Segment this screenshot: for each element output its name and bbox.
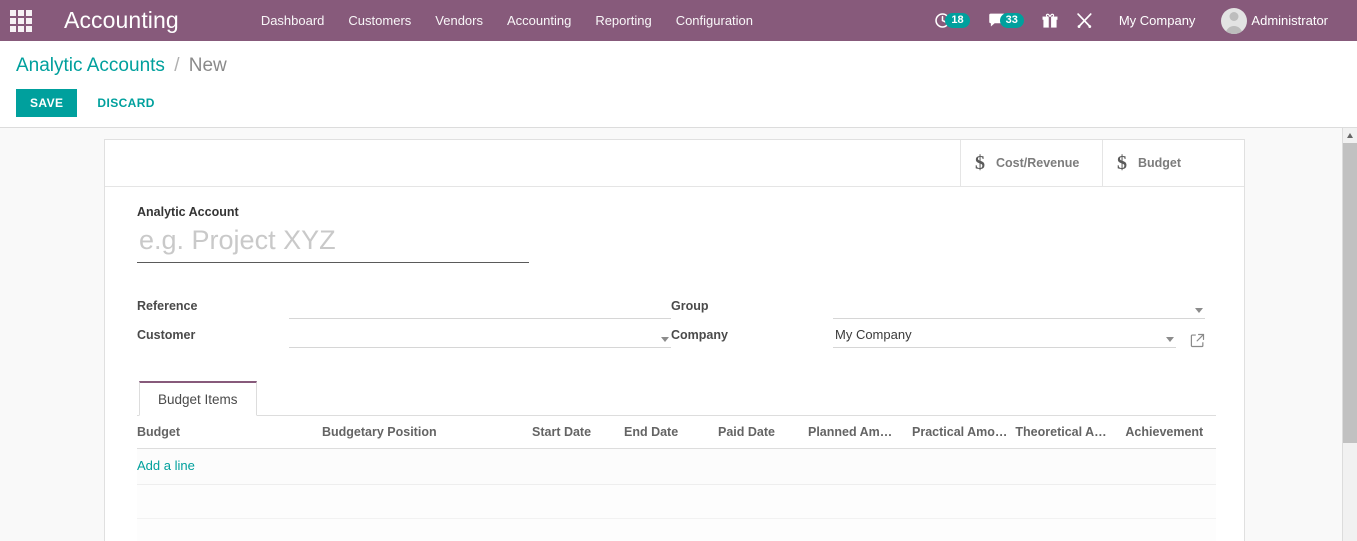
field-row-reference: Reference: [137, 291, 671, 319]
field-row-company: Company: [671, 320, 1205, 348]
gift-menu-button[interactable]: [1033, 0, 1067, 41]
column-header-practical-amount[interactable]: Practical Amo…: [912, 416, 1016, 449]
chevron-down-icon[interactable]: [661, 337, 669, 342]
menu-item-vendors[interactable]: Vendors: [423, 0, 495, 41]
notebook: Budget Items Budget Budgetary Position S…: [137, 381, 1216, 541]
table-filler-row: [137, 484, 1216, 519]
debug-tools-button[interactable]: [1067, 0, 1102, 41]
form-column-left: Reference Customer: [137, 291, 671, 349]
reference-input-wrap: [289, 295, 671, 319]
analytic-account-label: Analytic Account: [137, 205, 239, 219]
menu-item-customers[interactable]: Customers: [336, 0, 423, 41]
form-field-grid: Reference Customer Group Company My Comp…: [137, 291, 1216, 349]
tab-budget-items[interactable]: Budget Items: [139, 381, 257, 416]
breadcrumb-item-current: New: [188, 55, 227, 76]
company-input-wrap: [833, 324, 1176, 348]
user-menu-button[interactable]: Administrator: [1212, 0, 1347, 41]
group-input[interactable]: [833, 295, 1205, 318]
top-navbar: Accounting Dashboard Customers Vendors A…: [0, 0, 1357, 41]
form-sheet: $ Cost/Revenue $ Budget Analytic Account…: [104, 139, 1245, 541]
customer-label: Customer: [137, 328, 196, 342]
field-row-customer: Customer: [137, 320, 671, 348]
analytic-account-input[interactable]: [137, 223, 529, 263]
table-header-row: Budget Budgetary Position Start Date End…: [137, 416, 1216, 449]
table-filler-row: [137, 518, 1216, 541]
budget-items-table-header: Budget Budgetary Position Start Date End…: [137, 416, 1216, 449]
vertical-scrollbar[interactable]: [1342, 128, 1357, 541]
add-a-line-button[interactable]: Add a line: [137, 458, 195, 473]
apps-grid-icon: [10, 9, 32, 32]
customer-input[interactable]: [289, 324, 671, 347]
app-brand-title[interactable]: Accounting: [42, 7, 193, 34]
breadcrumb-item-analytic-accounts[interactable]: Analytic Accounts: [16, 55, 165, 76]
add-a-line-row: Add a line: [137, 448, 1216, 485]
reference-input[interactable]: [289, 295, 671, 318]
company-input[interactable]: [833, 324, 1176, 347]
menu-item-reporting[interactable]: Reporting: [583, 0, 663, 41]
stat-button-cost-revenue[interactable]: $ Cost/Revenue: [960, 140, 1102, 186]
group-label: Group: [671, 299, 709, 313]
form-view-background: $ Cost/Revenue $ Budget Analytic Account…: [0, 128, 1357, 541]
gift-icon: [1042, 13, 1058, 29]
menu-item-configuration[interactable]: Configuration: [664, 0, 765, 41]
active-company-label: My Company: [1118, 13, 1196, 28]
group-input-wrap: [833, 295, 1205, 319]
dollar-sign-icon: $: [975, 151, 985, 174]
activity-menu-button[interactable]: 18: [925, 0, 978, 41]
save-button[interactable]: SAVE: [16, 89, 78, 117]
column-header-end-date[interactable]: End Date: [624, 416, 718, 449]
budget-items-table: Budget Budgetary Position Start Date End…: [137, 416, 1216, 541]
discard-button[interactable]: DISCARD: [85, 89, 166, 117]
control-panel: Analytic Accounts / New SAVE DISCARD: [0, 41, 1357, 128]
menu-item-accounting[interactable]: Accounting: [495, 0, 583, 41]
activity-count-badge: 18: [945, 13, 970, 28]
dollar-sign-icon: $: [1117, 151, 1127, 174]
form-column-right: Group Company: [671, 291, 1205, 349]
menu-item-dashboard[interactable]: Dashboard: [249, 0, 337, 41]
systray: 18 33 My Company Administrator: [925, 0, 1357, 41]
column-header-planned-amount[interactable]: Planned Am…: [808, 416, 912, 449]
form-body: Analytic Account Reference Customer: [105, 187, 1244, 541]
stat-button-box: $ Cost/Revenue $ Budget: [105, 140, 1244, 187]
reference-label: Reference: [137, 299, 198, 313]
budget-items-table-body: Add a line: [137, 448, 1216, 541]
stat-button-budget-label: Budget: [1138, 156, 1182, 170]
scroll-up-arrow-icon[interactable]: [1343, 128, 1357, 143]
main-menu-bar: Dashboard Customers Vendors Accounting R…: [249, 0, 765, 41]
messaging-count-badge: 33: [999, 13, 1024, 28]
column-header-paid-date[interactable]: Paid Date: [718, 416, 808, 449]
external-link-icon[interactable]: [1190, 333, 1205, 348]
column-header-budget[interactable]: Budget: [137, 416, 322, 449]
scrollbar-thumb[interactable]: [1343, 143, 1357, 443]
column-header-budgetary-position[interactable]: Budgetary Position: [322, 416, 532, 449]
content-area: $ Cost/Revenue $ Budget Analytic Account…: [0, 128, 1357, 541]
stat-button-budget[interactable]: $ Budget: [1102, 140, 1244, 186]
stat-button-cost-revenue-label: Cost/Revenue: [996, 156, 1080, 170]
tools-debug-icon: [1076, 12, 1093, 29]
user-name-label: Administrator: [1251, 13, 1328, 28]
chevron-down-icon[interactable]: [1166, 337, 1174, 342]
add-a-line-cell: Add a line: [137, 448, 1216, 485]
column-header-theoretical-amount[interactable]: Theoretical A…: [1015, 416, 1126, 449]
field-row-group: Group: [671, 291, 1205, 319]
chevron-down-icon[interactable]: [1195, 308, 1203, 313]
column-header-achievement[interactable]: Achievement: [1125, 416, 1216, 449]
company-switcher[interactable]: My Company: [1102, 0, 1213, 41]
customer-input-wrap: [289, 324, 671, 348]
user-avatar-icon: [1221, 7, 1248, 34]
control-panel-buttons: SAVE DISCARD: [16, 89, 1357, 117]
messaging-menu-button[interactable]: 33: [979, 0, 1033, 41]
breadcrumb: Analytic Accounts / New: [16, 53, 1357, 79]
notebook-tab-bar: Budget Items: [137, 381, 1216, 416]
breadcrumb-separator: /: [174, 55, 180, 76]
apps-menu-button[interactable]: [0, 0, 42, 41]
company-label: Company: [671, 328, 728, 342]
column-header-start-date[interactable]: Start Date: [532, 416, 624, 449]
